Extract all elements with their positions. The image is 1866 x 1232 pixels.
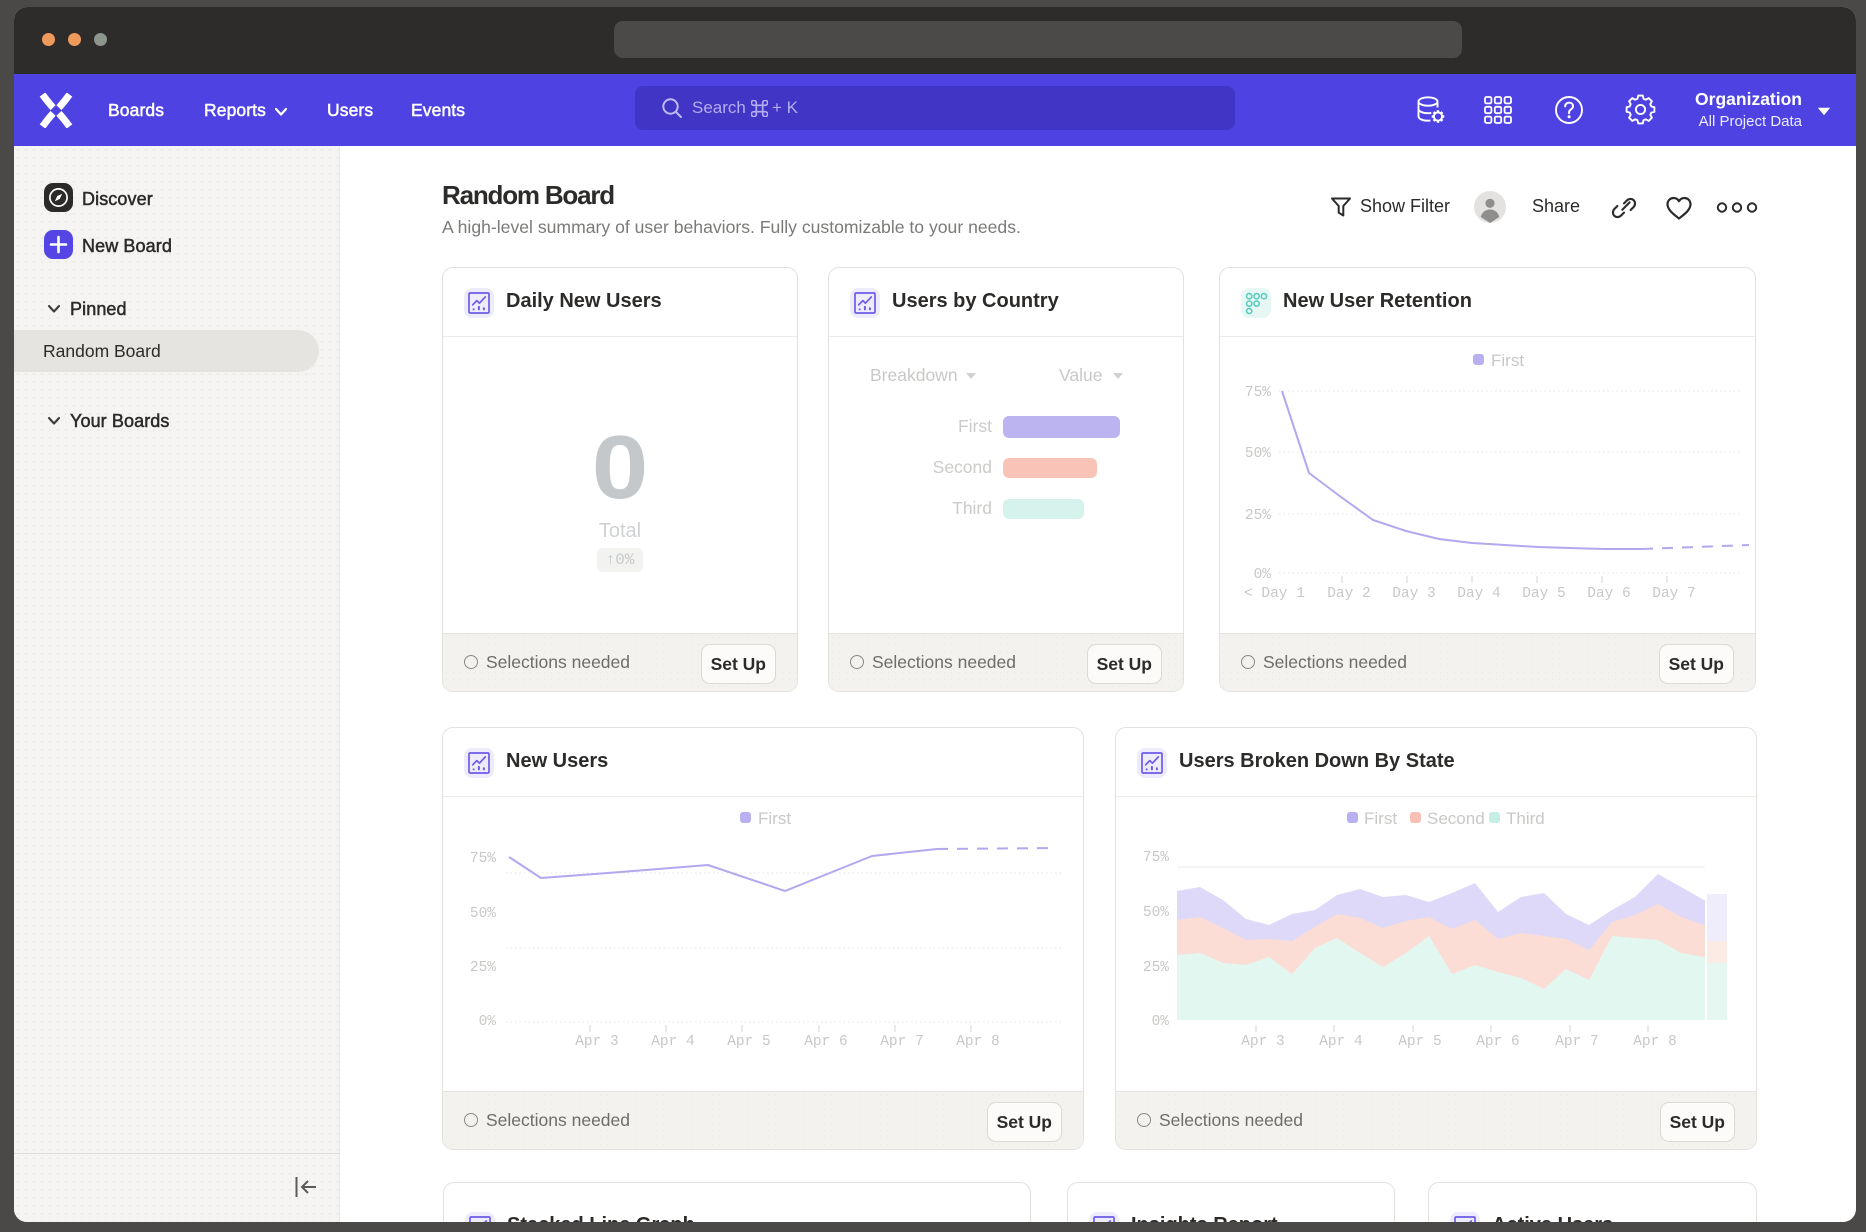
svg-text:Day 7: Day 7: [1652, 586, 1696, 602]
svg-text:0%: 0%: [1152, 1014, 1170, 1030]
svg-text:75%: 75%: [1143, 850, 1169, 866]
svg-text:0%: 0%: [479, 1014, 497, 1030]
svg-text:Apr 6: Apr 6: [1476, 1034, 1520, 1050]
svg-text:Day 2: Day 2: [1327, 586, 1371, 602]
svg-text:First: First: [758, 809, 791, 828]
svg-text:50%: 50%: [470, 906, 496, 922]
svg-text:Apr 7: Apr 7: [1555, 1034, 1599, 1050]
svg-text:75%: 75%: [470, 851, 496, 867]
svg-text:25%: 25%: [1245, 508, 1271, 524]
svg-text:Apr 5: Apr 5: [727, 1034, 771, 1050]
svg-text:Apr 4: Apr 4: [1319, 1034, 1363, 1050]
svg-text:Apr 4: Apr 4: [651, 1034, 695, 1050]
svg-text:Apr 6: Apr 6: [804, 1034, 848, 1050]
svg-text:75%: 75%: [1245, 385, 1271, 401]
svg-text:Apr 3: Apr 3: [575, 1034, 619, 1050]
svg-text:Second: Second: [1427, 809, 1485, 828]
svg-text:25%: 25%: [1143, 960, 1169, 976]
svg-text:First: First: [1491, 351, 1524, 370]
svg-text:Apr 3: Apr 3: [1241, 1034, 1285, 1050]
svg-text:Day 4: Day 4: [1457, 586, 1501, 602]
svg-text:Apr 7: Apr 7: [880, 1034, 924, 1050]
svg-text:Apr 8: Apr 8: [956, 1034, 1000, 1050]
svg-text:25%: 25%: [470, 960, 496, 976]
svg-text:Day 6: Day 6: [1587, 586, 1631, 602]
svg-text:Apr 8: Apr 8: [1633, 1034, 1677, 1050]
svg-text:50%: 50%: [1143, 905, 1169, 921]
svg-text:Day 5: Day 5: [1522, 586, 1566, 602]
svg-text:First: First: [1364, 809, 1397, 828]
svg-text:Day 3: Day 3: [1392, 586, 1436, 602]
svg-text:Third: Third: [1506, 809, 1545, 828]
svg-text:0%: 0%: [1254, 567, 1272, 583]
svg-text:< Day 1: < Day 1: [1244, 586, 1305, 602]
svg-text:Apr 5: Apr 5: [1398, 1034, 1442, 1050]
svg-text:50%: 50%: [1245, 446, 1271, 462]
